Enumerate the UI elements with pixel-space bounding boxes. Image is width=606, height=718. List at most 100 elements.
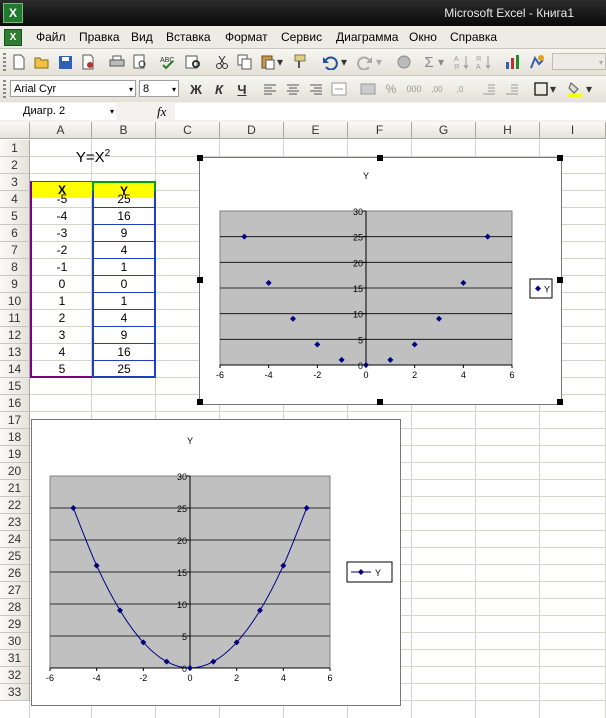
cell-y[interactable]: 1 (92, 259, 156, 276)
decrease-indent-icon[interactable] (480, 80, 498, 98)
title-cell[interactable]: Y=X2 (30, 144, 156, 166)
row-header[interactable]: 16 (0, 395, 30, 412)
chart-wizard-icon[interactable] (504, 53, 522, 71)
toolbar-grip[interactable] (3, 53, 6, 71)
merge-center-icon[interactable] (330, 80, 348, 98)
row-header[interactable]: 31 (0, 650, 30, 667)
resize-handle[interactable] (197, 277, 203, 283)
cell-y[interactable]: 1 (92, 293, 156, 310)
menu-edit[interactable]: Правка (79, 30, 120, 44)
fill-color-icon[interactable] (566, 80, 584, 98)
toolbar-grip[interactable] (3, 80, 6, 98)
row-header[interactable]: 24 (0, 531, 30, 548)
row-header[interactable]: 33 (0, 684, 30, 701)
row-header[interactable]: 10 (0, 293, 30, 310)
row-header[interactable]: 28 (0, 599, 30, 616)
column-header[interactable]: A (30, 122, 92, 139)
cut-icon[interactable] (213, 53, 231, 71)
cell-y[interactable]: 4 (92, 310, 156, 327)
resize-handle[interactable] (377, 155, 383, 161)
cell-y[interactable]: 9 (92, 327, 156, 344)
bold-button[interactable]: Ж (187, 80, 205, 98)
row-header[interactable]: 32 (0, 667, 30, 684)
menu-insert[interactable]: Вставка (166, 30, 211, 44)
percent-icon[interactable]: % (382, 80, 400, 98)
cell-x[interactable]: 5 (30, 361, 92, 378)
menu-tools[interactable]: Сервис (281, 30, 322, 44)
row-header[interactable]: 22 (0, 497, 30, 514)
cell-x[interactable]: 2 (30, 310, 92, 327)
chart-scatter[interactable]: 0 5 10 15 20 25 30 -6 -4 -2 0 2 4 6 Y Y (199, 157, 562, 405)
menu-window[interactable]: Окно (409, 30, 437, 44)
fill-color-dropdown-icon[interactable]: ▾ (584, 80, 594, 98)
row-header[interactable]: 7 (0, 242, 30, 259)
row-header[interactable]: 2 (0, 157, 30, 174)
resize-handle[interactable] (557, 277, 563, 283)
cell-y[interactable]: 25 (92, 191, 156, 208)
align-left-icon[interactable] (261, 80, 279, 98)
hyperlink-icon[interactable] (395, 53, 413, 71)
row-header[interactable]: 3 (0, 174, 30, 191)
menu-file[interactable]: Файл (36, 30, 66, 44)
row-header[interactable]: 6 (0, 225, 30, 242)
comma-style-icon[interactable]: 000 (405, 80, 423, 98)
row-header[interactable]: 27 (0, 582, 30, 599)
format-painter-icon[interactable] (290, 53, 308, 71)
row-header[interactable]: 13 (0, 344, 30, 361)
autosum-dropdown-icon[interactable]: ▾ (436, 53, 446, 71)
research-icon[interactable] (184, 53, 202, 71)
row-header[interactable]: 29 (0, 616, 30, 633)
row-header[interactable]: 30 (0, 633, 30, 650)
zoom-combo[interactable]: ▾ (552, 53, 606, 70)
row-header[interactable]: 14 (0, 361, 30, 378)
row-header[interactable]: 4 (0, 191, 30, 208)
row-header[interactable]: 20 (0, 463, 30, 480)
cell-y[interactable]: 9 (92, 225, 156, 242)
cell-x[interactable]: -4 (30, 208, 92, 225)
column-header[interactable]: I (540, 122, 606, 139)
sort-ascending-icon[interactable]: AЯ (453, 53, 471, 71)
print-preview-icon[interactable] (131, 53, 149, 71)
menu-view[interactable]: Вид (131, 30, 153, 44)
italic-button[interactable]: К (210, 80, 228, 98)
row-header[interactable]: 26 (0, 565, 30, 582)
resize-handle[interactable] (197, 155, 203, 161)
print-icon[interactable] (108, 53, 126, 71)
cell-x[interactable]: 4 (30, 344, 92, 361)
resize-handle[interactable] (377, 399, 383, 405)
row-header[interactable]: 8 (0, 259, 30, 276)
column-header[interactable]: F (348, 122, 412, 139)
row-header[interactable]: 12 (0, 327, 30, 344)
cell-y[interactable]: 25 (92, 361, 156, 378)
permission-icon[interactable] (79, 53, 97, 71)
cell-x[interactable]: -2 (30, 242, 92, 259)
cell-x[interactable]: 3 (30, 327, 92, 344)
currency-icon[interactable] (359, 80, 377, 98)
align-center-icon[interactable] (284, 80, 302, 98)
redo-icon[interactable] (356, 53, 374, 71)
undo-dropdown-icon[interactable]: ▾ (339, 53, 349, 71)
row-header[interactable]: 21 (0, 480, 30, 497)
paste-dropdown-icon[interactable]: ▾ (275, 53, 285, 71)
fx-icon[interactable]: fx (157, 104, 166, 120)
row-header[interactable]: 11 (0, 310, 30, 327)
row-header[interactable]: 15 (0, 378, 30, 395)
borders-dropdown-icon[interactable]: ▾ (548, 80, 558, 98)
column-header[interactable]: G (412, 122, 476, 139)
chart-line[interactable]: 0 5 10 15 20 25 30 -6 -4 -2 0 2 4 6 Y Y (31, 419, 401, 706)
row-header[interactable]: 17 (0, 412, 30, 429)
row-header[interactable]: 1 (0, 140, 30, 157)
increase-decimal-icon[interactable]: ,00 (428, 80, 446, 98)
cell-x[interactable]: -5 (30, 191, 92, 208)
undo-icon[interactable] (321, 53, 339, 71)
row-header[interactable]: 25 (0, 548, 30, 565)
row-header[interactable]: 9 (0, 276, 30, 293)
cell-x[interactable]: -3 (30, 225, 92, 242)
resize-handle[interactable] (557, 399, 563, 405)
menu-chart[interactable]: Диаграмма (336, 30, 398, 44)
cell-x[interactable]: -1 (30, 259, 92, 276)
workbook-icon[interactable]: X (4, 29, 22, 46)
align-right-icon[interactable] (307, 80, 325, 98)
cell-x[interactable]: 0 (30, 276, 92, 293)
drawing-icon[interactable] (528, 53, 546, 71)
